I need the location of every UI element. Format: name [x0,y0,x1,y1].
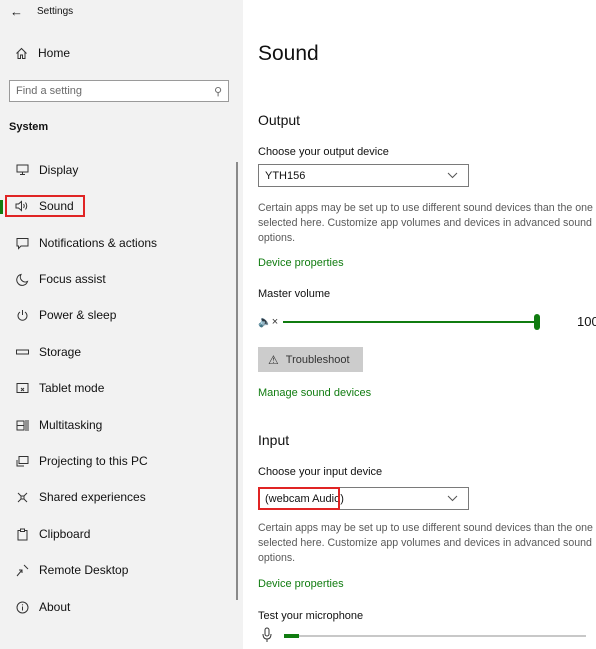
mic-level-track [284,635,586,637]
display-icon [15,163,29,177]
sidebar-item-label: Home [38,46,71,60]
remote-desktop-icon [15,563,29,577]
chevron-down-icon [447,172,458,179]
shared-experiences-icon [15,490,29,504]
sidebar-item-label: Multitasking [39,418,103,432]
output-device-value: YTH156 [265,169,306,182]
master-volume-label: Master volume [258,288,331,300]
input-device-properties-link[interactable]: Device properties [258,578,344,590]
multitasking-icon [15,418,29,432]
troubleshoot-button[interactable]: ⚠ Troubleshoot [258,347,363,372]
sidebar-item-remote-desktop[interactable]: Remote Desktop [0,558,230,582]
search-icon: ⚲ [213,85,222,98]
sidebar-item-notifications[interactable]: Notifications & actions [0,231,230,255]
active-indicator [0,200,3,214]
sidebar-item-power-sleep[interactable]: Power & sleep [0,303,230,327]
tablet-mode-icon [15,381,29,395]
sidebar-item-shared-experiences[interactable]: Shared experiences [0,485,230,509]
output-note: Certain apps may be set up to use differ… [258,202,593,244]
sidebar-item-home[interactable]: Home [15,46,70,60]
window-title: Settings [37,5,74,17]
sidebar-item-projecting[interactable]: Projecting to this PC [0,449,230,473]
output-device-properties-link[interactable]: Device properties [258,257,344,269]
sidebar-item-display[interactable]: Display [0,158,230,182]
volume-thumb[interactable] [534,314,540,330]
sidebar-item-label: Projecting to this PC [39,454,148,468]
sidebar-item-label: Power & sleep [39,308,117,322]
power-icon [15,308,29,322]
sidebar-item-about[interactable]: About [0,595,230,619]
speaker-mute-icon[interactable]: 🔈× [258,315,278,328]
projecting-icon [15,454,29,468]
mic-level-fill [284,634,299,638]
output-device-label: Choose your output device [258,146,389,158]
sidebar-item-label: Display [39,163,79,177]
sidebar-scrollbar[interactable] [236,162,238,600]
troubleshoot-label: Troubleshoot [285,353,350,366]
input-device-label: Choose your input device [258,466,383,478]
sidebar-item-label: Notifications & actions [39,236,158,250]
warning-icon: ⚠ [268,352,279,367]
main-content: Sound Output Choose your output device Y… [243,0,596,649]
volume-value: 100 [577,314,596,329]
search-placeholder: Find a setting [16,85,83,97]
chevron-down-icon [447,495,458,502]
output-heading: Output [258,112,301,128]
microphone-level-meter [258,627,588,645]
sidebar-item-label: About [39,600,71,614]
output-device-dropdown[interactable]: YTH156 [258,164,469,187]
manage-sound-devices-link[interactable]: Manage sound devices [258,387,371,399]
master-volume-slider[interactable]: 🔈× 100 [258,313,596,331]
sidebar-item-clipboard[interactable]: Clipboard [0,522,230,546]
title-bar: ← Settings [10,3,73,19]
sound-highlight-box [5,195,85,217]
sidebar-item-storage[interactable]: Storage [0,340,230,364]
sidebar: ← Settings Home Find a setting ⚲ System … [0,0,243,649]
volume-track [283,321,535,323]
sidebar-item-tablet-mode[interactable]: Tablet mode [0,376,230,400]
info-icon [15,600,29,614]
sidebar-item-multitasking[interactable]: Multitasking [0,413,230,437]
sidebar-item-focus-assist[interactable]: Focus assist [0,267,230,291]
microphone-icon [262,627,272,642]
storage-icon [15,345,29,359]
section-heading: System [9,121,49,133]
search-input[interactable]: Find a setting ⚲ [9,80,229,102]
sidebar-item-label: Storage [39,345,82,359]
page-title: Sound [258,42,319,65]
notifications-icon [15,236,29,250]
sidebar-item-label: Shared experiences [39,490,146,504]
input-device-highlight-box [258,487,340,510]
clipboard-icon [15,527,29,541]
moon-icon [15,272,29,286]
input-note: Certain apps may be set up to use differ… [258,522,593,564]
sidebar-item-label: Focus assist [39,272,106,286]
test-microphone-label: Test your microphone [258,610,364,622]
sidebar-item-label: Remote Desktop [39,563,129,577]
sidebar-item-label: Tablet mode [39,381,105,395]
home-icon [16,47,27,59]
back-arrow-icon[interactable]: ← [10,5,23,18]
input-heading: Input [258,432,290,448]
sidebar-item-label: Clipboard [39,527,91,541]
